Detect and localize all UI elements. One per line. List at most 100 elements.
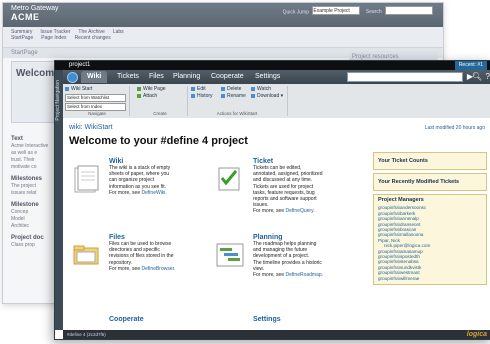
define-roadmap-link[interactable]: DefineRoadmap. [286, 272, 324, 278]
files-title-link[interactable]: Files [109, 234, 205, 241]
ticket-description: Tickets can be edited, annotated, assign… [253, 165, 349, 215]
rename-label: Rename [227, 93, 246, 99]
bg-left-line: Architec [11, 223, 30, 229]
ticket-counts-title: Your Ticket Counts [378, 158, 428, 164]
attach-label: Attach [143, 93, 158, 99]
files-description: Files can be used to browse directories … [109, 241, 205, 272]
bg-subnav-item[interactable]: StartPage [11, 35, 33, 41]
delete-label: Delete [227, 86, 242, 92]
bg-left-heading: Text [11, 136, 23, 142]
bg-subnav-item[interactable]: Recent changes [75, 35, 111, 41]
ticket-checklist-icon [218, 167, 240, 191]
section-ticket: Ticket Tickets can be edited, annotated,… [211, 158, 349, 215]
planning-description: The roadmap helps planning and managing … [253, 241, 349, 278]
sidebar: Your Ticket Counts Your Recently Modifie… [373, 152, 487, 286]
ribbon-group-navigate: Wiki Start Select from Watchlist Select … [65, 86, 130, 116]
history-button[interactable]: History [191, 93, 213, 100]
watchlist-select[interactable]: Select from Watchlist [65, 94, 126, 102]
edit-button[interactable]: Edit [191, 86, 213, 93]
search-input[interactable] [347, 72, 463, 82]
attach-icon [137, 93, 141, 98]
project-navigation-strip[interactable]: Project Navigation [55, 70, 63, 330]
page-add-icon [137, 86, 141, 91]
section-wiki: Wiki The wiki is a stack of empty sheets… [67, 158, 205, 196]
home-icon[interactable] [67, 72, 78, 83]
project-managers-box: Project Managers groupinfra\andersoonsc … [373, 194, 487, 286]
bg-search-input[interactable] [385, 6, 433, 15]
bg-left-line: trust. Their [11, 157, 35, 163]
download-button[interactable]: Download ▾ [251, 93, 283, 100]
bg-left-line: motivate co [11, 164, 37, 170]
bg-left-line: Acme Interactive [11, 143, 49, 149]
define-query-link[interactable]: DefineQuery. [286, 208, 315, 214]
main-window: project1 Recent: #1 Project Navigation W… [54, 60, 490, 340]
watch-button[interactable]: Watch [251, 86, 283, 93]
bg-left-line: Concep [11, 209, 29, 215]
actions-caption: Actions for WikiStart [216, 111, 258, 116]
title-bar: project1 Recent: #1 [55, 61, 490, 70]
bg-quick-jump: Quick Jump Example Project Search [283, 6, 433, 18]
wiki-page-button[interactable]: Wiki Page [137, 86, 187, 93]
bg-search-label: Search [365, 9, 382, 16]
search-icon[interactable]: 🔍︎ [472, 71, 482, 83]
bg-left-line: The project [11, 183, 37, 189]
tab-cooperate[interactable]: Cooperate [205, 71, 250, 83]
navigate-caption: Navigate [88, 111, 106, 116]
more-label: For more, see [253, 272, 286, 279]
tab-wiki[interactable]: Wiki [81, 71, 108, 83]
more-label: For more, see [109, 189, 142, 196]
bg-nav: Summary Issue Tracker The Archive Labs Star… [3, 27, 443, 48]
bg-left-heading: Milestone [11, 202, 39, 208]
main-tab-bar: Wiki Tickets Files Planning Cooperate Se… [63, 70, 490, 84]
ticket-title-link[interactable]: Ticket [253, 158, 349, 165]
wiki-description: The wiki is a stack of empty sheets of p… [109, 165, 205, 196]
attach-button[interactable]: Attach [137, 93, 187, 100]
section-planning: Planning The roadmap helps planning and … [211, 234, 349, 278]
settings-title-link[interactable]: Settings [253, 316, 349, 323]
define-browser-link[interactable]: DefineBrowser. [142, 266, 176, 272]
manager-link[interactable]: groupinfra\willmerae [378, 276, 482, 281]
last-modified-link[interactable]: Last modified 20 hours ago [425, 125, 485, 131]
files-folder-icon [73, 245, 99, 265]
wiki-title-link[interactable]: Wiki [109, 158, 205, 165]
ribbon-group-create: Wiki Page Attach Create [133, 86, 188, 116]
edit-label: Edit [197, 86, 206, 92]
tab-planning[interactable]: Planning [167, 71, 206, 83]
breadcrumb[interactable]: wiki: WikiStart [69, 124, 113, 131]
section-cooperate: Cooperate [67, 316, 205, 323]
download-label: Download [257, 93, 280, 99]
index-select[interactable]: Select from Index [65, 103, 126, 111]
bg-left-heading: Project doc [11, 235, 44, 241]
define-wiki-link[interactable]: DefineWiki. [142, 190, 167, 196]
bg-left-line: as well as e [11, 150, 38, 156]
bg-left-text: Text Acme Interactive as well as e trust… [11, 131, 59, 249]
planning-gantt-icon [216, 243, 244, 267]
project-managers-title: Project Managers [378, 197, 424, 203]
download-icon [251, 93, 255, 98]
cooperate-title-link[interactable]: Cooperate [109, 316, 205, 323]
recent-button[interactable]: Recent: #1 [454, 61, 487, 70]
history-label: History [197, 93, 213, 99]
tab-settings[interactable]: Settings [249, 71, 286, 83]
rename-button[interactable]: Rename [221, 93, 246, 100]
project-navigation-label: Project Navigation [55, 80, 61, 121]
ribbon-toolbar: Wiki Start Select from Watchlist Select … [63, 84, 490, 119]
more-label: For more, see [109, 265, 142, 272]
edit-icon [191, 86, 195, 91]
wiki-start-label: Wiki Start [71, 86, 93, 92]
tab-tickets[interactable]: Tickets [111, 71, 145, 83]
bg-subnav-item[interactable]: Page Index [41, 35, 66, 41]
bg-header: Metro Gateway ACME Quick Jump Example Pr… [3, 3, 443, 27]
bg-quick-jump-select[interactable]: Example Project [312, 6, 361, 15]
planning-title-link[interactable]: Planning [253, 234, 349, 241]
delete-button[interactable]: Delete [221, 86, 246, 93]
page-title: Welcome to your #define 4 project [69, 135, 248, 147]
bg-left-line: Model [11, 216, 25, 222]
tab-files[interactable]: Files [143, 71, 170, 83]
bg-quick-jump-label: Quick Jump [282, 9, 309, 16]
wiki-start-button[interactable]: Wiki Start [65, 86, 129, 93]
help-icon[interactable]: ? [486, 71, 490, 83]
more-label: For more, see [253, 208, 286, 215]
bg-left-line: Class prop [11, 242, 35, 248]
rename-icon [221, 93, 225, 98]
